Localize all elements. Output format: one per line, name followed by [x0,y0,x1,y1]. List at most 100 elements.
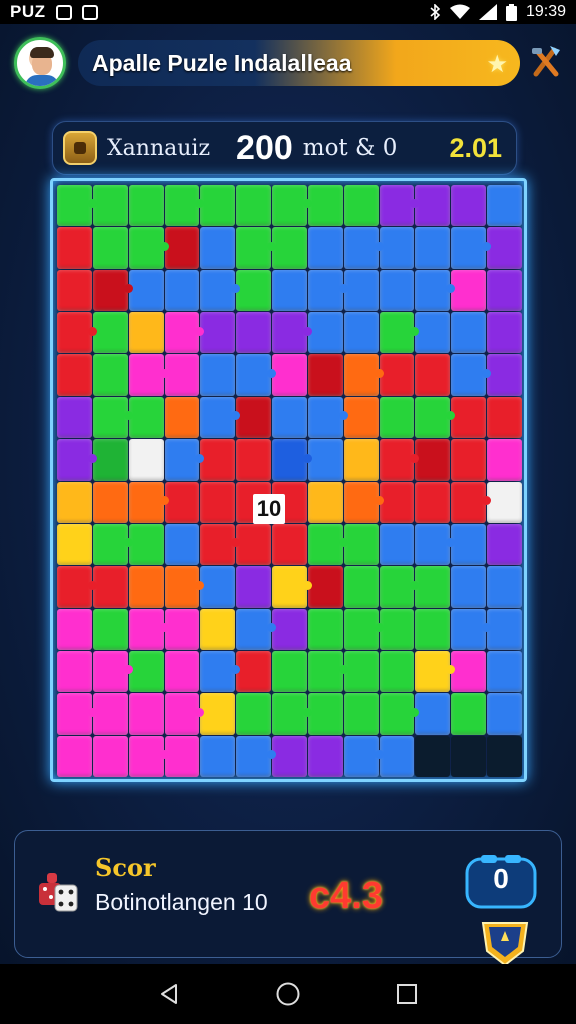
puzzle-piece[interactable] [200,185,236,227]
puzzle-piece[interactable] [236,354,276,396]
puzzle-piece[interactable] [164,396,200,439]
puzzle-piece[interactable] [57,481,92,523]
puzzle-piece[interactable] [128,185,164,227]
puzzle-piece[interactable] [92,227,128,269]
puzzle-piece[interactable] [272,269,307,312]
puzzle-piece[interactable] [415,227,451,269]
puzzle-piece[interactable] [307,269,348,312]
puzzle-piece[interactable] [272,608,307,650]
puzzle-piece[interactable] [343,693,379,735]
puzzle-piece[interactable] [415,312,451,354]
puzzle-piece[interactable] [415,185,451,227]
puzzle-piece[interactable] [128,650,164,693]
avatar[interactable] [14,37,66,89]
puzzle-piece[interactable] [272,185,312,227]
puzzle-piece[interactable] [487,693,522,735]
puzzle-piece[interactable] [451,439,487,481]
puzzle-piece[interactable] [307,185,343,227]
puzzle-piece[interactable] [92,354,128,396]
puzzle-piece[interactable] [164,481,200,523]
puzzle-piece[interactable] [200,312,236,354]
puzzle-piece[interactable] [200,396,241,439]
puzzle-piece[interactable] [272,566,312,608]
puzzle-piece[interactable] [379,608,415,650]
puzzle-piece[interactable] [343,608,384,650]
puzzle-piece[interactable] [128,269,164,312]
puzzle-piece[interactable] [272,523,307,566]
puzzle-piece[interactable] [415,608,451,650]
puzzle-piece[interactable] [451,227,491,269]
puzzle-piece[interactable] [451,269,487,312]
puzzle-piece[interactable] [379,312,420,354]
puzzle-piece[interactable] [272,439,312,481]
dice-icon[interactable] [37,871,79,915]
shield-badge-icon[interactable] [477,917,533,969]
puzzle-piece[interactable] [128,481,169,523]
puzzle-piece[interactable] [164,439,205,481]
puzzle-piece[interactable] [343,312,379,354]
puzzle-piece[interactable] [343,735,384,777]
home-button[interactable] [268,974,308,1014]
puzzle-piece[interactable] [236,693,272,735]
puzzle-piece[interactable] [164,227,200,269]
puzzle-piece[interactable] [200,650,241,693]
puzzle-piece[interactable] [451,650,487,693]
recents-button[interactable] [387,974,427,1014]
puzzle-piece[interactable] [57,269,92,312]
chest-icon[interactable] [63,131,97,165]
puzzle-piece[interactable] [487,439,522,481]
puzzle-piece[interactable] [379,185,420,227]
puzzle-piece[interactable] [164,566,205,608]
puzzle-piece[interactable] [272,693,312,735]
puzzle-piece[interactable] [57,439,97,481]
puzzle-piece[interactable] [164,693,205,735]
puzzle-piece[interactable] [451,396,487,439]
puzzle-piece[interactable] [379,523,415,566]
selected-tile-label[interactable]: 10 [253,494,285,524]
puzzle-piece[interactable] [307,481,343,523]
puzzle-piece[interactable] [164,354,200,396]
puzzle-piece[interactable] [236,439,272,481]
puzzle-piece[interactable] [200,269,241,312]
puzzle-piece[interactable] [307,523,348,566]
puzzle-piece[interactable] [128,693,164,735]
puzzle-piece[interactable] [379,269,415,312]
puzzle-piece[interactable] [57,185,97,227]
puzzle-piece[interactable] [57,354,92,396]
puzzle-piece[interactable] [307,439,343,481]
puzzle-piece[interactable] [307,312,343,354]
puzzle-piece[interactable] [487,227,522,269]
puzzle-piece[interactable] [236,396,272,439]
puzzle-piece[interactable] [451,185,487,227]
puzzle-piece[interactable] [451,312,487,354]
puzzle-piece[interactable] [272,650,307,693]
puzzle-piece[interactable] [164,608,200,650]
puzzle-piece[interactable] [272,312,312,354]
puzzle-piece[interactable] [164,269,200,312]
puzzle-piece[interactable] [451,608,491,650]
puzzle-piece[interactable] [415,269,456,312]
puzzle-piece[interactable] [343,269,379,312]
puzzle-piece[interactable] [307,693,343,735]
puzzle-piece[interactable] [415,735,451,777]
puzzle-piece[interactable] [236,185,272,227]
puzzle-piece[interactable] [307,650,348,693]
puzzle-piece[interactable] [379,566,420,608]
puzzle-piece[interactable] [200,481,236,523]
puzzle-piece[interactable] [487,650,522,693]
controller-button[interactable]: 0 [461,853,541,913]
puzzle-piece[interactable] [57,608,92,650]
puzzle-piece[interactable] [200,566,236,608]
puzzle-piece[interactable] [92,693,128,735]
puzzle-piece[interactable] [57,650,92,693]
puzzle-piece[interactable] [236,269,272,312]
puzzle-piece[interactable] [200,227,236,269]
puzzle-piece[interactable] [236,608,276,650]
puzzle-piece[interactable] [200,439,236,481]
puzzle-piece[interactable] [343,396,379,439]
puzzle-piece[interactable] [487,185,522,227]
puzzle-piece[interactable] [487,481,522,523]
puzzle-piece[interactable] [128,396,164,439]
puzzle-piece[interactable] [236,227,276,269]
puzzle-piece[interactable] [236,650,272,693]
